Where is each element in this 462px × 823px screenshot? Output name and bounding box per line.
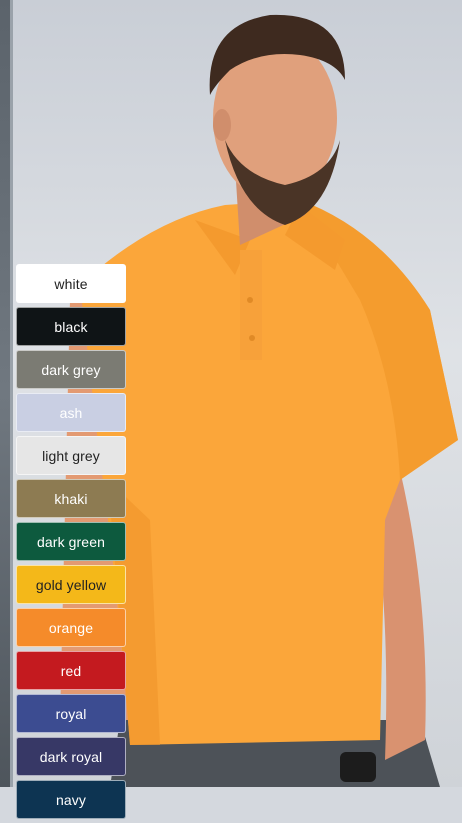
color-swatch-label: orange <box>48 619 94 636</box>
color-swatch-black[interactable]: black <box>16 307 126 346</box>
color-swatch-dark-royal[interactable]: dark royal <box>16 737 126 776</box>
color-swatch-navy[interactable]: navy <box>16 780 126 819</box>
color-swatch-label: white <box>54 275 88 292</box>
color-swatch-list: white black dark grey ash light grey khaki dar… <box>16 264 126 823</box>
color-swatch-label: black <box>54 318 88 335</box>
color-swatch-light-grey[interactable]: light grey <box>16 436 126 475</box>
color-swatch-label: dark grey <box>41 361 101 378</box>
color-swatch-dark-green[interactable]: dark green <box>16 522 126 561</box>
color-swatch-white[interactable]: white <box>16 264 126 303</box>
color-swatch-label: light grey <box>42 447 100 464</box>
color-swatch-royal[interactable]: royal <box>16 694 126 733</box>
color-swatch-khaki[interactable]: khaki <box>16 479 126 518</box>
color-swatch-ash[interactable]: ash <box>16 393 126 432</box>
color-swatch-label: navy <box>56 791 86 808</box>
left-edge-highlight <box>10 0 13 787</box>
color-swatch-label: khaki <box>54 490 88 507</box>
color-swatch-label: red <box>60 662 82 679</box>
color-swatch-orange[interactable]: orange <box>16 608 126 647</box>
color-swatch-label: dark green <box>37 533 105 550</box>
color-swatch-dark-grey[interactable]: dark grey <box>16 350 126 389</box>
color-swatch-label: dark royal <box>39 748 103 765</box>
color-swatch-label: ash <box>59 404 83 421</box>
color-swatch-red[interactable]: red <box>16 651 126 690</box>
color-swatch-gold-yellow[interactable]: gold yellow <box>16 565 126 604</box>
color-swatch-label: gold yellow <box>35 576 107 593</box>
color-swatch-label: royal <box>55 705 87 722</box>
